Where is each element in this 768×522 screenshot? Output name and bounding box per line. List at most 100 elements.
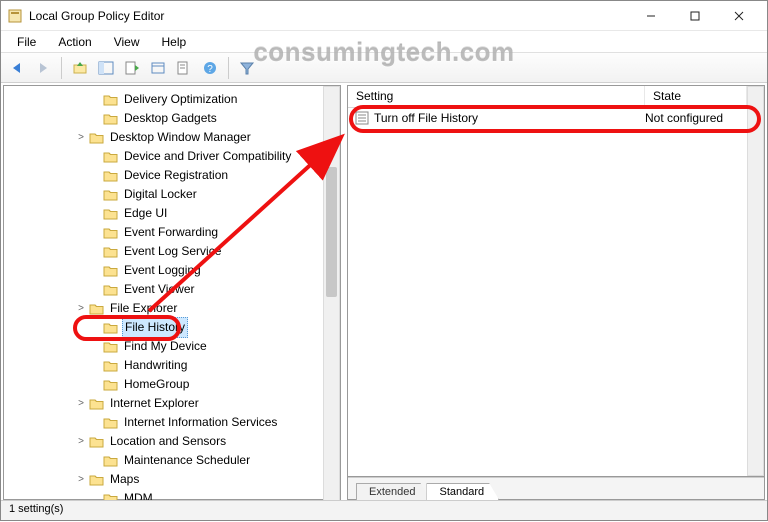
help-icon[interactable]: ? <box>198 56 222 80</box>
svg-text:?: ? <box>207 64 213 75</box>
tree-item[interactable]: Find My Device <box>8 337 323 356</box>
folder-icon <box>102 150 118 164</box>
tree-item-label: Maps <box>108 470 141 489</box>
settings-list-row[interactable]: Turn off File History Not configured <box>348 108 747 128</box>
show-hide-tree-icon[interactable] <box>94 56 118 80</box>
folder-icon <box>102 188 118 202</box>
tab-standard[interactable]: Standard <box>426 483 499 500</box>
toolbar-separator <box>228 57 229 79</box>
forward-arrow-icon[interactable] <box>31 56 55 80</box>
menu-action[interactable]: Action <box>48 33 101 51</box>
toolbar-separator <box>61 57 62 79</box>
tree-item[interactable]: > File Explorer <box>8 299 323 318</box>
tree-expand-icon[interactable]: > <box>74 128 88 147</box>
tree-item[interactable]: Internet Information Services <box>8 413 323 432</box>
folder-icon <box>88 435 104 449</box>
tree-item-label: Handwriting <box>122 356 189 375</box>
tree-item-label: Find My Device <box>122 337 209 356</box>
tree-item[interactable]: Device Registration <box>8 166 323 185</box>
tree-item[interactable]: >Location and Sensors <box>8 432 323 451</box>
tree-item[interactable]: File History <box>8 318 323 337</box>
tab-extended[interactable]: Extended <box>356 483 430 500</box>
tree-item-label: Device and Driver Compatibility <box>122 147 293 166</box>
folder-icon <box>88 397 104 411</box>
tree-expand-icon[interactable]: > <box>74 394 88 413</box>
list-vertical-scrollbar[interactable] <box>747 86 764 476</box>
settings-list-header: Setting State <box>348 86 747 108</box>
settings-list: Setting State Turn off File History Not … <box>348 86 747 476</box>
tree-item-label: Maintenance Scheduler <box>122 451 252 470</box>
tree-item[interactable]: Event Log Service <box>8 242 323 261</box>
details-tabs: Extended Standard <box>348 477 764 499</box>
column-header-state[interactable]: State <box>645 86 747 107</box>
folder-up-icon[interactable] <box>68 56 92 80</box>
tree-item[interactable]: Event Forwarding <box>8 223 323 242</box>
tree-pane: Delivery OptimizationDesktop Gadgets>Des… <box>3 85 341 500</box>
folder-icon <box>102 321 118 335</box>
tree-item-label: Internet Information Services <box>122 413 279 432</box>
tree-scroll-area[interactable]: Delivery OptimizationDesktop Gadgets>Des… <box>4 86 323 512</box>
folder-icon <box>88 302 104 316</box>
folder-icon <box>102 207 118 221</box>
menu-bar: File Action View Help <box>1 31 767 53</box>
tree-item-label: Internet Explorer <box>108 394 201 413</box>
back-arrow-icon[interactable] <box>5 56 29 80</box>
tree-item[interactable]: Edge UI <box>8 204 323 223</box>
menu-file[interactable]: File <box>7 33 46 51</box>
title-bar: Local Group Policy Editor <box>1 1 767 31</box>
folder-icon <box>102 378 118 392</box>
tree-item-label: Event Viewer <box>122 280 196 299</box>
refresh-icon[interactable] <box>146 56 170 80</box>
tree-item[interactable]: Delivery Optimization <box>8 90 323 109</box>
tree-item-label: Device Registration <box>122 166 230 185</box>
tree-expand-icon[interactable]: > <box>74 470 88 489</box>
tree-item-label: Event Logging <box>122 261 203 280</box>
tree-item[interactable]: Desktop Gadgets <box>8 109 323 128</box>
tree-item[interactable]: >Desktop Window Manager <box>8 128 323 147</box>
properties-icon[interactable] <box>172 56 196 80</box>
tree-item[interactable]: Event Logging <box>8 261 323 280</box>
maximize-button[interactable] <box>673 1 717 31</box>
tree-item[interactable]: Device and Driver Compatibility <box>8 147 323 166</box>
folder-icon <box>102 340 118 354</box>
folder-icon <box>102 454 118 468</box>
folder-icon <box>102 169 118 183</box>
export-list-icon[interactable] <box>120 56 144 80</box>
tree-item-label: Delivery Optimization <box>122 90 239 109</box>
status-bar: 1 setting(s) <box>1 500 767 520</box>
tree-expand-icon[interactable]: > <box>74 432 88 451</box>
tree-item[interactable]: Digital Locker <box>8 185 323 204</box>
window-title: Local Group Policy Editor <box>29 9 164 23</box>
tree-item-label: HomeGroup <box>122 375 191 394</box>
folder-icon <box>102 93 118 107</box>
close-button[interactable] <box>717 1 761 31</box>
tree-item[interactable]: > Internet Explorer <box>8 394 323 413</box>
tree-expand-icon[interactable]: > <box>74 299 88 318</box>
menu-view[interactable]: View <box>104 33 150 51</box>
filter-icon[interactable] <box>235 56 259 80</box>
tree-item-label: Digital Locker <box>122 185 199 204</box>
folder-icon <box>102 283 118 297</box>
folder-icon <box>102 359 118 373</box>
tree-item[interactable]: Maintenance Scheduler <box>8 451 323 470</box>
tree-item[interactable]: Handwriting <box>8 356 323 375</box>
minimize-button[interactable] <box>629 1 673 31</box>
tree-vertical-scrollbar[interactable] <box>323 86 340 512</box>
folder-icon <box>102 264 118 278</box>
folder-icon <box>88 473 104 487</box>
tree-item-label: Edge UI <box>122 204 169 223</box>
tree-item[interactable]: HomeGroup <box>8 375 323 394</box>
folder-icon <box>102 416 118 430</box>
tree-item-label: File Explorer <box>108 299 179 318</box>
toolbar: ? <box>1 53 767 83</box>
folder-icon <box>102 245 118 259</box>
tree-item-label: Event Log Service <box>122 242 223 261</box>
menu-help[interactable]: Help <box>152 33 197 51</box>
policy-item-icon <box>354 110 370 126</box>
tree-item[interactable]: Event Viewer <box>8 280 323 299</box>
column-header-setting[interactable]: Setting <box>348 86 645 107</box>
app-icon <box>7 8 23 24</box>
status-text: 1 setting(s) <box>9 503 63 515</box>
folder-icon <box>102 226 118 240</box>
tree-item[interactable]: > Maps <box>8 470 323 489</box>
